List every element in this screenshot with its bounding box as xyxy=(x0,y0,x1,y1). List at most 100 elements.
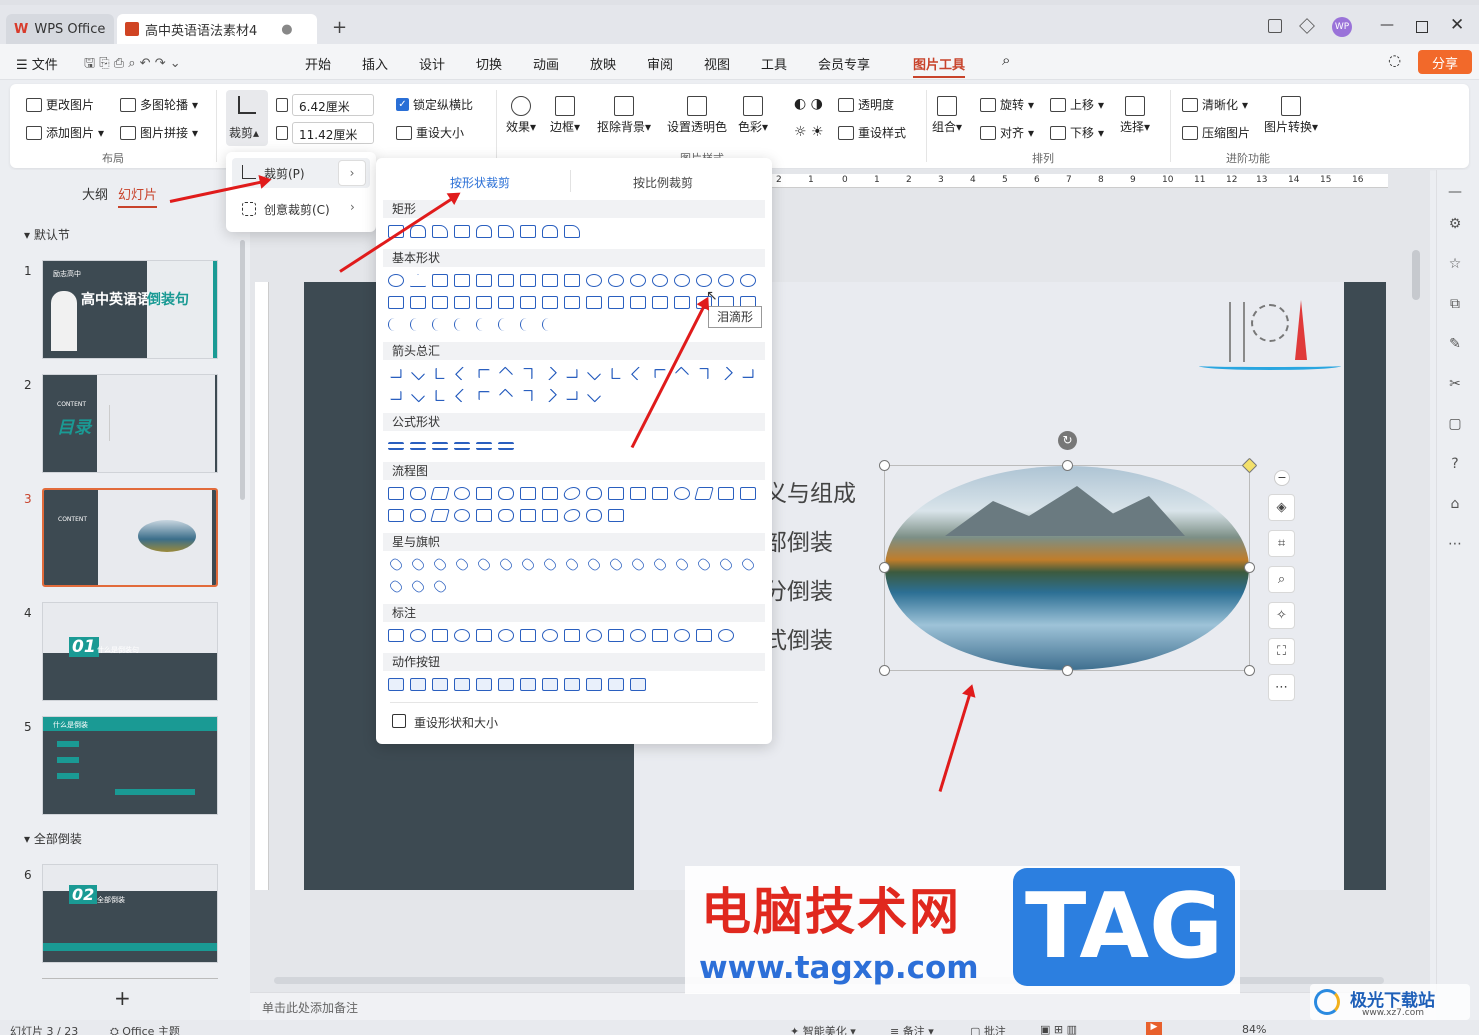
maximize-icon[interactable] xyxy=(1416,21,1428,33)
chat-icon[interactable]: ◌ xyxy=(1388,51,1401,69)
shape-option-icon[interactable] xyxy=(564,678,580,691)
shape-option-icon[interactable] xyxy=(542,487,558,500)
shape-option-icon[interactable] xyxy=(564,296,580,309)
shape-option-icon[interactable] xyxy=(718,629,734,642)
shape-row-callouts[interactable] xyxy=(388,629,758,645)
tab-crop-by-ratio[interactable]: 按比例裁剪 xyxy=(633,174,693,191)
shape-option-icon[interactable] xyxy=(674,366,690,381)
shape-option-icon[interactable] xyxy=(630,678,646,691)
crop-quick-icon[interactable]: ⌗ xyxy=(1268,530,1295,557)
sharpen-button[interactable]: 清晰化 ▾ xyxy=(1182,96,1248,113)
menu-item-view[interactable]: 视图 xyxy=(704,54,730,73)
shape-option-icon[interactable] xyxy=(498,442,514,450)
share-button[interactable]: 分享 xyxy=(1418,50,1472,74)
shape-option-icon[interactable] xyxy=(478,368,490,379)
shape-option-icon[interactable] xyxy=(498,487,514,500)
section-full-inversion[interactable]: ▾ 全部倒装 xyxy=(24,830,82,847)
shape-option-icon[interactable] xyxy=(630,296,646,309)
resize-handle[interactable] xyxy=(1062,665,1073,676)
slide-thumb-2[interactable]: 目录 CONTENT xyxy=(42,374,218,473)
shape-option-icon[interactable] xyxy=(454,274,470,287)
beautify-button[interactable]: ✦ 智能美化 ▾ xyxy=(790,1023,856,1035)
shape-option-icon[interactable] xyxy=(564,629,580,642)
shape-grid-stars[interactable] xyxy=(388,556,758,598)
shape-option-icon[interactable] xyxy=(608,296,624,309)
shape-option-icon[interactable] xyxy=(674,629,690,642)
shape-option-icon[interactable] xyxy=(652,274,668,287)
reset-size-button[interactable]: 重设大小 xyxy=(396,124,464,141)
shape-option-icon[interactable] xyxy=(608,509,624,522)
shape-option-icon[interactable] xyxy=(454,318,464,331)
shape-option-icon[interactable] xyxy=(435,367,445,380)
shape-option-icon[interactable] xyxy=(652,487,668,500)
tab-crop-by-shape[interactable]: 按形状裁剪 xyxy=(450,174,510,191)
effect-button[interactable]: 效果▾ xyxy=(506,96,536,135)
image-edit-icon[interactable]: ✎ xyxy=(1446,336,1464,352)
shape-option-icon[interactable] xyxy=(454,678,470,691)
add-picture-button[interactable]: 添加图片 ▾ xyxy=(26,124,104,141)
reset-shape-size-button[interactable]: 重设形状和大小 xyxy=(414,714,498,731)
shape-option-icon[interactable] xyxy=(740,556,756,573)
shape-option-icon[interactable] xyxy=(542,296,558,309)
shape-option-icon[interactable] xyxy=(410,556,426,573)
shape-option-icon[interactable] xyxy=(432,225,448,238)
minus-icon[interactable]: — xyxy=(1446,184,1464,200)
shape-option-icon[interactable] xyxy=(586,296,602,309)
shape-option-icon[interactable] xyxy=(586,274,602,287)
tools-icon[interactable]: ✂ xyxy=(1446,376,1464,392)
more-sidebar-icon[interactable]: ⋯ xyxy=(1446,536,1464,552)
shape-option-icon[interactable] xyxy=(476,296,492,309)
rotate-button[interactable]: 旋转 ▾ xyxy=(980,96,1034,113)
shape-option-icon[interactable] xyxy=(696,629,712,642)
height-field[interactable]: 11.42厘米 xyxy=(276,122,374,144)
shape-option-icon[interactable] xyxy=(388,296,404,309)
shape-option-icon[interactable] xyxy=(564,225,580,238)
shape-option-icon[interactable] xyxy=(694,487,714,500)
shape-option-icon[interactable] xyxy=(630,556,646,573)
shape-option-icon[interactable] xyxy=(586,366,602,381)
magic-icon[interactable]: ✧ xyxy=(1268,602,1295,629)
shape-option-icon[interactable] xyxy=(454,296,470,309)
shape-option-icon[interactable] xyxy=(542,556,558,573)
shape-option-icon[interactable] xyxy=(498,509,514,522)
menu-item-slideshow[interactable]: 放映 xyxy=(590,54,616,73)
creative-crop-menu-item[interactable]: 创意裁剪(C) xyxy=(264,201,330,218)
shape-option-icon[interactable] xyxy=(498,296,514,309)
slide-thumb-4[interactable]: 01 什么是倒装句 xyxy=(42,602,218,701)
shape-option-icon[interactable] xyxy=(410,274,426,287)
play-icon[interactable]: ▶ xyxy=(1146,1022,1162,1035)
align-button[interactable]: 对齐 ▾ xyxy=(980,124,1034,141)
zoom-level[interactable]: 84% xyxy=(1242,1023,1266,1035)
border-button[interactable]: 边框▾ xyxy=(550,96,580,135)
shape-option-icon[interactable] xyxy=(390,390,402,401)
search-icon[interactable]: ⌕ xyxy=(1002,51,1010,69)
shape-option-icon[interactable] xyxy=(586,556,602,573)
shape-option-icon[interactable] xyxy=(454,487,470,500)
tab-dot-icon[interactable]: ● xyxy=(281,22,292,37)
shape-option-icon[interactable] xyxy=(742,368,754,379)
shape-option-icon[interactable] xyxy=(454,556,470,573)
menu-item-review[interactable]: 审阅 xyxy=(647,54,673,73)
brightness-icons[interactable]: ◐ ◑ xyxy=(794,96,823,112)
shape-option-icon[interactable] xyxy=(608,678,624,691)
shape-option-icon[interactable] xyxy=(476,318,486,331)
shape-option-icon[interactable] xyxy=(388,678,404,691)
shape-option-icon[interactable] xyxy=(542,388,558,403)
shape-option-icon[interactable] xyxy=(454,225,470,238)
shape-option-icon[interactable] xyxy=(430,487,450,500)
avatar[interactable]: WP xyxy=(1332,17,1352,37)
menu-item-animation[interactable]: 动画 xyxy=(533,54,559,73)
shape-option-icon[interactable] xyxy=(520,678,536,691)
shape-option-icon[interactable] xyxy=(454,388,470,403)
slide-thumb-3-selected[interactable]: CONTENT xyxy=(42,488,218,587)
resize-handle[interactable] xyxy=(879,665,890,676)
menu-item-transition[interactable]: 切换 xyxy=(476,54,502,73)
tab-wps-office[interactable]: W WPS Office xyxy=(6,14,114,44)
shape-row-action-buttons[interactable] xyxy=(388,678,668,694)
shape-option-icon[interactable] xyxy=(498,388,514,403)
comment-button[interactable]: ▢ 批注 xyxy=(970,1023,1006,1035)
shape-option-icon[interactable] xyxy=(430,509,450,522)
shape-option-icon[interactable] xyxy=(674,487,690,500)
shape-option-icon[interactable] xyxy=(608,487,624,500)
shape-option-icon[interactable] xyxy=(410,296,426,309)
